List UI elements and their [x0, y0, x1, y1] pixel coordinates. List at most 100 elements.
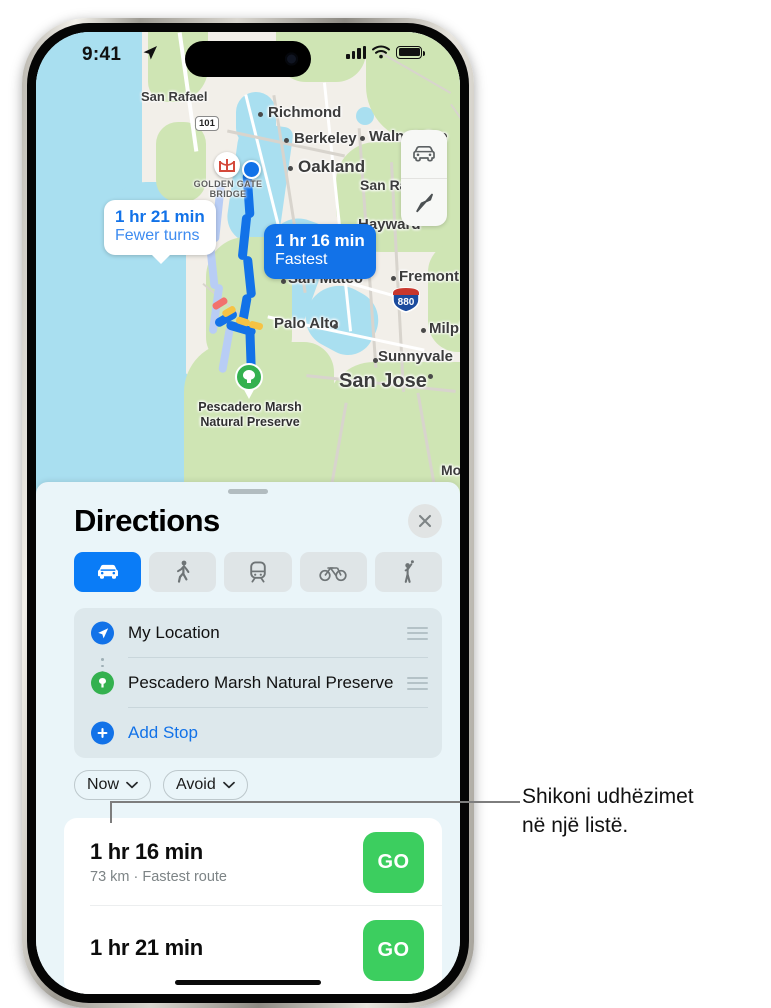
status-bar-indicators [346, 45, 425, 59]
map-city-dot [360, 136, 365, 141]
route-bubble-selected[interactable]: 1 hr 16 min Fastest [264, 224, 376, 279]
front-camera-icon [285, 52, 298, 66]
departure-time-chip[interactable]: Now [74, 770, 152, 800]
route-summary: 1 hr 21 min [90, 935, 363, 965]
destination-map-label: Pescadero Marsh Natural Preserve [186, 400, 314, 430]
annotation-line-2: në një listë. [522, 813, 629, 837]
map-city-label: Fremont [399, 268, 459, 285]
bridge-label-line1: GOLDEN GATE [193, 179, 263, 189]
map-city-label: San Jose [339, 370, 427, 392]
shield-label: 880 [397, 297, 415, 308]
map-city-dot [333, 324, 338, 329]
golden-gate-bridge-label: GOLDEN GATE BRIDGE [188, 179, 268, 200]
map-city-dot [258, 112, 263, 117]
destination-icon [91, 671, 114, 695]
mode-transit[interactable] [224, 552, 292, 592]
route-filters: Now Avoid [74, 770, 248, 800]
destination-pin[interactable] [233, 362, 265, 400]
map-city-dot [288, 166, 293, 171]
route-summary: 1 hr 16 min 73 km · Fastest route [90, 839, 363, 885]
route-bubble-subtitle: Fastest [275, 251, 328, 269]
route-endpoints: My Location Pescadero Marsh Natural Pres… [74, 608, 442, 758]
battery-icon [396, 45, 425, 59]
map-city-label: Berkeley [294, 130, 357, 147]
reorder-handle[interactable] [407, 626, 428, 640]
golden-gate-bridge-marker[interactable] [214, 152, 240, 178]
route-duration: 1 hr 16 min [90, 839, 203, 864]
recenter-location-button[interactable] [401, 178, 447, 226]
chevron-down-icon [126, 781, 138, 789]
map-city-label: Oakland [298, 157, 366, 176]
map-controls [401, 130, 447, 226]
rideshare-icon [405, 560, 415, 583]
route-duration: 1 hr 21 min [90, 935, 203, 960]
route-bubble-time: 1 hr 21 min [115, 207, 205, 226]
dynamic-island [185, 41, 311, 77]
cellular-bars-icon [346, 45, 366, 59]
wifi-icon [372, 45, 390, 59]
map-canvas[interactable]: 101 880 RichmondBerkeleyWalnut CreOaklan… [36, 32, 460, 502]
bicycle-icon [319, 567, 347, 582]
page-title: Directions [74, 503, 220, 538]
annotation-callout-text: Shikoni udhëzimet në një listë. [522, 783, 767, 840]
callout-leader-horizontal [110, 801, 520, 803]
sheet-drag-handle[interactable] [228, 489, 268, 494]
reorder-handle[interactable] [407, 676, 428, 690]
car-icon [413, 145, 435, 162]
plus-icon [91, 721, 114, 745]
phone-bezel: 101 880 RichmondBerkeleyWalnut CreOaklan… [27, 23, 469, 1003]
map-city-dot [281, 279, 286, 284]
tree-pin-icon [235, 363, 263, 399]
user-location-dot[interactable] [242, 160, 261, 179]
go-button-label: GO [377, 850, 410, 873]
go-button[interactable]: GO [363, 919, 424, 981]
map-city-label: Palo Alto [274, 315, 339, 332]
route-options-list: 1 hr 16 min 73 km · Fastest route GO 1 h… [64, 818, 442, 994]
home-indicator[interactable] [175, 980, 321, 985]
go-button[interactable]: GO [363, 831, 424, 893]
origin-field-value: My Location [128, 623, 220, 642]
add-stop-label: Add Stop [128, 723, 198, 742]
table-row[interactable]: 1 hr 16 min 73 km · Fastest route GO [64, 818, 442, 906]
destination-label-line1: Pescadero Marsh [198, 400, 302, 414]
annotation-line-1: Shikoni udhëzimet [522, 785, 694, 808]
transport-mode-selector [74, 552, 443, 592]
close-icon [418, 514, 432, 528]
map-city-label: Morgan Hil [441, 462, 460, 478]
mode-walking[interactable] [149, 552, 217, 592]
my-location-icon [91, 621, 114, 645]
route-bubble-alternate[interactable]: 1 hr 21 min Fewer turns [104, 200, 216, 264]
mode-rideshare[interactable] [374, 552, 443, 592]
field-row-destination[interactable]: Pescadero Marsh Natural Preserve [74, 658, 442, 708]
bridge-icon [219, 159, 235, 172]
directions-sheet: Directions My Location Pescadero Marsh N… [36, 482, 460, 994]
car-icon [97, 564, 118, 579]
map-city-dot [391, 276, 396, 281]
map-city-label: Milpitas [429, 320, 460, 337]
route-bubble-subtitle: Fewer turns [115, 227, 200, 245]
map-city-label: San Rafael [141, 89, 208, 104]
map-city-dot [428, 374, 433, 379]
departure-time-label: Now [87, 776, 120, 793]
map-city-dot [284, 138, 289, 143]
close-button[interactable] [408, 504, 442, 538]
map-city-label: Richmond [268, 104, 342, 121]
shield-label: 101 [199, 118, 215, 129]
walk-icon [176, 560, 190, 583]
highway-shield-101: 101 [195, 116, 219, 131]
phone-screen: 101 880 RichmondBerkeleyWalnut CreOaklan… [36, 32, 460, 994]
mode-cycling[interactable] [299, 552, 367, 592]
field-row-origin[interactable]: My Location [74, 608, 442, 658]
phone-frame: 101 880 RichmondBerkeleyWalnut CreOaklan… [22, 18, 474, 1008]
avoid-options-chip[interactable]: Avoid [163, 770, 248, 800]
route-bubble-time: 1 hr 16 min [275, 231, 365, 250]
callout-leader-vertical [110, 801, 112, 823]
driving-mode-toggle[interactable] [401, 130, 447, 178]
route-details: 73 km · Fastest route [90, 869, 227, 885]
mode-driving[interactable] [74, 552, 142, 592]
go-button-label: GO [377, 938, 410, 961]
chevron-down-icon [222, 781, 235, 789]
map-city-dot [373, 358, 378, 363]
field-row-add-stop[interactable]: Add Stop [74, 708, 442, 758]
navigation-arrow-icon [416, 193, 433, 212]
